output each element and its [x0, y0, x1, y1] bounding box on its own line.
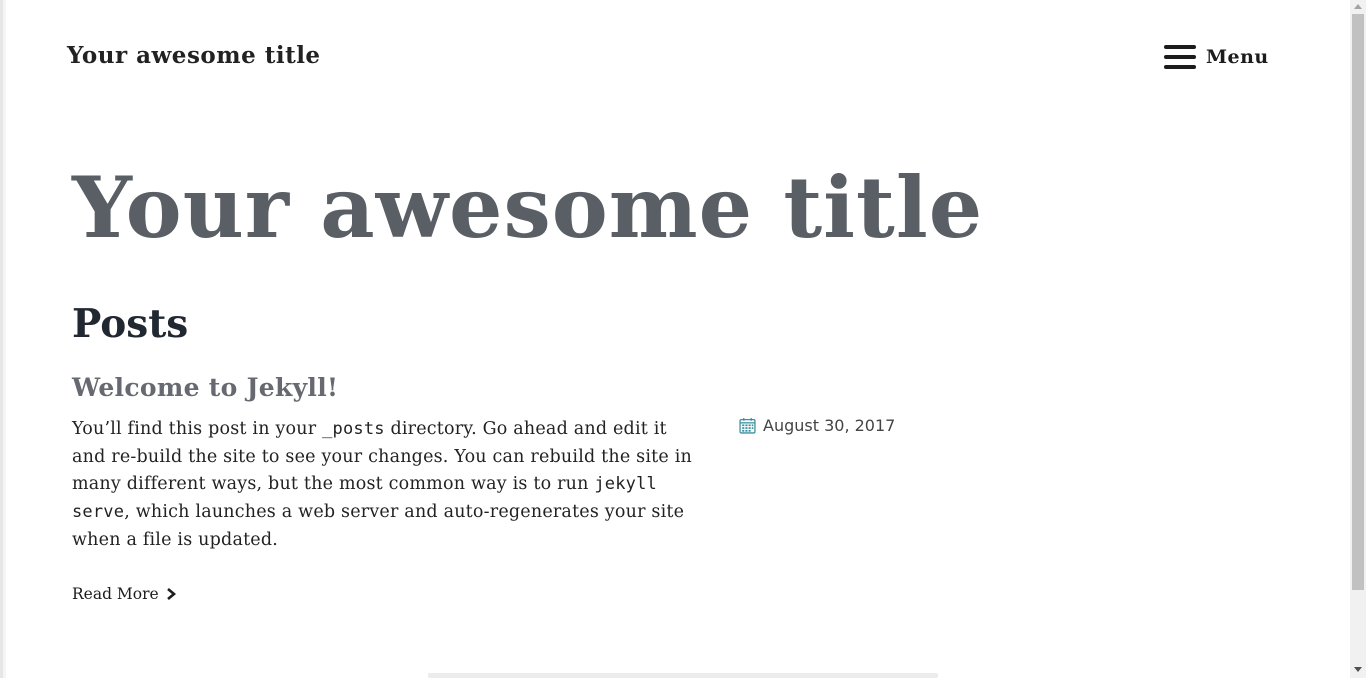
scrollbar-thumb[interactable] [1352, 14, 1364, 590]
inline-code: _posts [322, 419, 385, 439]
post-excerpt: You’ll find this post in your _posts dir… [72, 416, 692, 555]
site-title-link[interactable]: Your awesome title [67, 42, 321, 69]
menu-button[interactable]: Menu [1164, 43, 1269, 71]
posts-heading: Posts [72, 301, 189, 347]
chevron-right-icon [166, 588, 176, 600]
site-header: Your awesome title Menu [0, 0, 1350, 110]
scroll-down-arrow-icon[interactable] [1354, 667, 1362, 672]
calendar-icon [739, 418, 756, 434]
read-more-link[interactable]: Read More [72, 585, 177, 603]
read-more-label: Read More [72, 585, 159, 603]
excerpt-text: , which launches a web server and auto-r… [72, 502, 685, 550]
page-title: Your awesome title [72, 158, 984, 257]
excerpt-text: You’ll find this post in your [72, 419, 323, 439]
post-date: August 30, 2017 [763, 416, 896, 435]
footer-divider [428, 673, 938, 678]
post-meta: August 30, 2017 [739, 416, 895, 435]
hamburger-icon [1164, 45, 1196, 69]
menu-label: Menu [1206, 46, 1269, 68]
post-title-link[interactable]: Welcome to Jekyll! [72, 371, 338, 405]
scroll-up-arrow-icon[interactable] [1354, 4, 1362, 9]
